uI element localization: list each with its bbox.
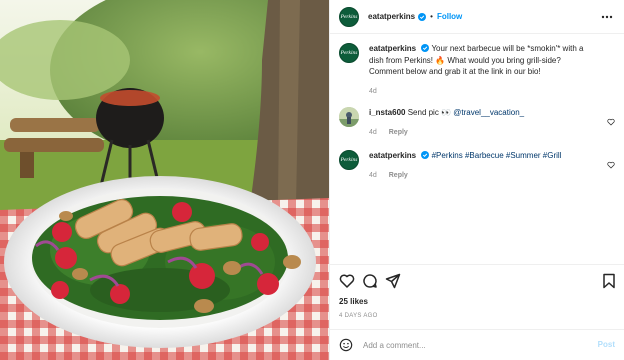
user-avatar-photo: [339, 107, 359, 127]
add-comment-input[interactable]: [363, 340, 593, 350]
salad-photo: [0, 0, 329, 360]
separator-dot: •: [430, 12, 433, 21]
list-item: Perkins eatatperkins #Perkins #Barbecue …: [339, 150, 615, 181]
list-item: i_nsta600 Send pic 👀 @travel__vacation_ …: [339, 107, 615, 138]
verified-badge-icon: [418, 12, 427, 21]
comment-mention[interactable]: @travel__vacation_: [453, 108, 524, 117]
comment-time[interactable]: 4d: [369, 172, 377, 179]
comment-username[interactable]: eatatperkins: [369, 151, 416, 160]
avatar[interactable]: Perkins: [339, 150, 359, 170]
verified-badge-icon: [421, 151, 430, 159]
post-sidebar: Perkins eatatperkins • Follow Perkins ea…: [329, 0, 624, 360]
caption-username[interactable]: eatatperkins: [369, 44, 416, 53]
like-comment-heart-icon[interactable]: [607, 161, 615, 169]
comments-section: Perkins eatatperkins Your next barbecue …: [330, 34, 624, 264]
like-comment-heart-icon[interactable]: [607, 118, 615, 126]
comment-hashtags[interactable]: #Perkins #Barbecue #Summer #Grill: [432, 151, 562, 160]
emoji-smiley-icon[interactable]: [339, 338, 353, 352]
likes-count[interactable]: 25 likes: [339, 297, 368, 306]
share-send-icon[interactable]: [385, 273, 401, 289]
comment-text: Send pic 👀: [407, 108, 452, 117]
post-actions: 25 likes 4 DAYS AGO: [330, 264, 624, 336]
verified-badge-icon: [421, 44, 430, 52]
post-header: Perkins eatatperkins • Follow: [330, 0, 624, 34]
add-comment-bar: Post: [330, 329, 624, 360]
avatar[interactable]: Perkins: [339, 43, 359, 63]
more-horizontal-icon[interactable]: [601, 12, 613, 22]
comment-time[interactable]: 4d: [369, 129, 377, 136]
reply-button[interactable]: Reply: [389, 129, 408, 136]
avatar[interactable]: Perkins: [339, 6, 359, 27]
post-comment-button[interactable]: Post: [598, 340, 615, 349]
caption-time[interactable]: 4d: [369, 88, 377, 95]
avatar[interactable]: [339, 107, 359, 127]
post-image[interactable]: [0, 0, 329, 360]
save-bookmark-icon[interactable]: [601, 273, 617, 289]
comment-username[interactable]: i_nsta600: [369, 108, 405, 117]
post-timestamp[interactable]: 4 DAYS AGO: [339, 313, 378, 319]
reply-button[interactable]: Reply: [389, 172, 408, 179]
caption: Perkins eatatperkins Your next barbecue …: [339, 43, 615, 97]
follow-button[interactable]: Follow: [437, 12, 462, 21]
post-modal: Perkins eatatperkins • Follow Perkins ea…: [0, 0, 624, 360]
header-username[interactable]: eatatperkins: [368, 12, 415, 21]
like-heart-icon[interactable]: [339, 273, 355, 289]
comment-bubble-icon[interactable]: [362, 273, 378, 289]
